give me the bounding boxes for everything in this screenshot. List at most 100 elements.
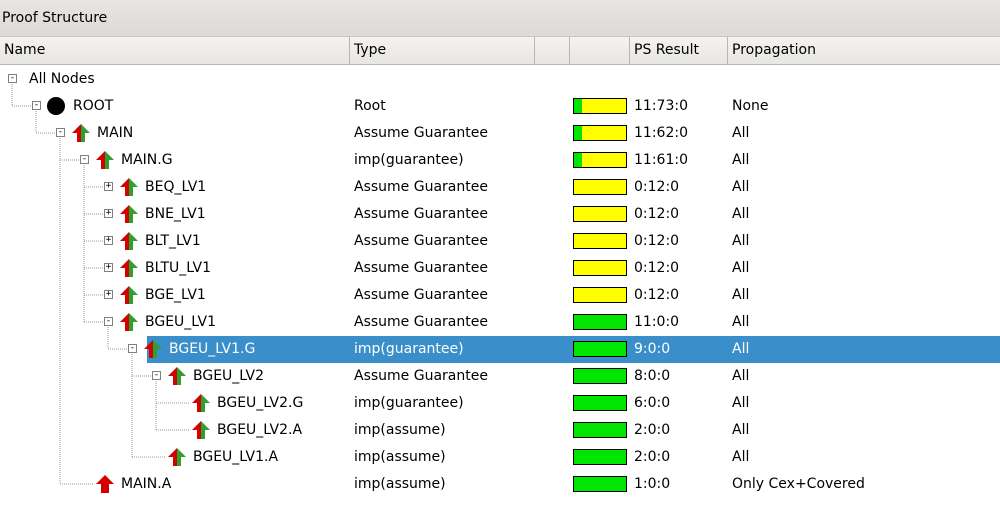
result-progress-fill	[574, 99, 582, 113]
propagation-value: All	[732, 341, 750, 357]
tree-node-label: BLTU_LV1	[145, 260, 212, 276]
propagation-value: All	[732, 422, 750, 438]
collapse-toggle[interactable]: -	[56, 128, 65, 137]
tree-row[interactable]: + BNE_LV1 Assume Guarantee 0:12:0 All	[0, 201, 1000, 228]
collapse-toggle[interactable]: -	[32, 101, 41, 110]
result-progress-fill	[574, 315, 626, 329]
result-progress-bar	[573, 368, 627, 384]
expand-toggle[interactable]: +	[104, 263, 113, 272]
node-type: Assume Guarantee	[354, 125, 488, 141]
result-progress-fill	[574, 450, 626, 464]
result-progress-fill	[574, 153, 582, 167]
tree-row[interactable]: + BLTU_LV1 Assume Guarantee 0:12:0 All	[0, 255, 1000, 282]
result-progress-bar	[573, 206, 627, 222]
node-type: Assume Guarantee	[354, 287, 488, 303]
assume-guarantee-icon	[191, 393, 211, 413]
propagation-value: All	[732, 395, 750, 411]
tree-node-label: BNE_LV1	[145, 206, 206, 222]
tree-node-label: BGEU_LV2	[193, 368, 265, 384]
panel-title-bar: Proof Structure	[0, 0, 1000, 37]
collapse-toggle[interactable]: -	[128, 344, 137, 353]
tree-row[interactable]: - BGEU_LV2 Assume Guarantee 8:0:0 All	[0, 363, 1000, 390]
ps-result-value: 11:73:0	[634, 98, 688, 114]
assume-red-arrow-icon	[95, 474, 115, 494]
ps-result-value: 11:61:0	[634, 152, 688, 168]
propagation-value: All	[732, 179, 750, 195]
ps-result-value: 11:0:0	[634, 314, 680, 330]
result-progress-bar	[573, 395, 627, 411]
expand-toggle[interactable]: +	[104, 209, 113, 218]
ps-result-value: 1:0:0	[634, 476, 671, 492]
expand-toggle[interactable]: +	[104, 182, 113, 191]
propagation-value: All	[732, 287, 750, 303]
node-type: imp(guarantee)	[354, 341, 464, 357]
assume-guarantee-icon	[191, 420, 211, 440]
propagation-value: All	[732, 206, 750, 222]
root-node-icon	[47, 97, 65, 115]
expand-toggle[interactable]: +	[104, 236, 113, 245]
collapse-toggle[interactable]: -	[8, 74, 17, 83]
result-progress-fill	[574, 477, 626, 491]
result-progress-bar	[573, 125, 627, 141]
result-progress-fill	[574, 126, 582, 140]
assume-guarantee-icon	[95, 150, 115, 170]
node-type: Assume Guarantee	[354, 314, 488, 330]
expand-toggle[interactable]: +	[104, 290, 113, 299]
node-type: imp(guarantee)	[354, 395, 464, 411]
collapse-toggle[interactable]: -	[104, 317, 113, 326]
assume-guarantee-icon	[119, 285, 139, 305]
tree-node-label: BGEU_LV1	[145, 314, 217, 330]
result-progress-fill	[574, 369, 626, 383]
ps-result-value: 11:62:0	[634, 125, 688, 141]
tree-node-label: BGE_LV1	[145, 287, 206, 303]
column-header-blank-2[interactable]	[570, 37, 630, 64]
ps-result-value: 0:12:0	[634, 233, 680, 249]
tree-row[interactable]: - MAIN.G imp(guarantee) 11:61:0 All	[0, 147, 1000, 174]
result-progress-bar	[573, 233, 627, 249]
assume-guarantee-icon	[167, 366, 187, 386]
result-progress-bar	[573, 341, 627, 357]
tree-row[interactable]: + BGE_LV1 Assume Guarantee 0:12:0 All	[0, 282, 1000, 309]
tree-row[interactable]: MAIN.A imp(assume) 1:0:0 Only Cex+Covered	[0, 471, 1000, 498]
tree-node-label: MAIN.A	[121, 476, 172, 492]
tree-row[interactable]: - ROOT Root 11:73:0 None	[0, 93, 1000, 120]
collapse-toggle[interactable]: -	[152, 371, 161, 380]
collapse-toggle[interactable]: -	[80, 155, 89, 164]
node-type: Root	[354, 98, 386, 114]
tree-row[interactable]: BGEU_LV1.A imp(assume) 2:0:0 All	[0, 444, 1000, 471]
ps-result-value: 0:12:0	[634, 287, 680, 303]
node-type: Assume Guarantee	[354, 206, 488, 222]
panel-title: Proof Structure	[2, 10, 108, 26]
column-header-ps-result[interactable]: PS Result	[630, 37, 728, 64]
assume-guarantee-icon	[119, 204, 139, 224]
node-type: Assume Guarantee	[354, 260, 488, 276]
node-type: imp(assume)	[354, 422, 446, 438]
tree-row[interactable]: BGEU_LV2.A imp(assume) 2:0:0 All	[0, 417, 1000, 444]
ps-result-value: 0:12:0	[634, 179, 680, 195]
result-progress-bar	[573, 260, 627, 276]
tree-node-label: BGEU_LV2.G	[217, 395, 304, 411]
assume-guarantee-icon	[119, 231, 139, 251]
tree-row[interactable]: - MAIN Assume Guarantee 11:62:0 All	[0, 120, 1000, 147]
propagation-value: All	[732, 125, 750, 141]
tree-row[interactable]: + BLT_LV1 Assume Guarantee 0:12:0 All	[0, 228, 1000, 255]
tree-row[interactable]: BGEU_LV2.G imp(guarantee) 6:0:0 All	[0, 390, 1000, 417]
propagation-value: All	[732, 152, 750, 168]
result-progress-fill	[574, 342, 626, 356]
assume-guarantee-icon	[119, 258, 139, 278]
propagation-value: All	[732, 314, 750, 330]
column-header-blank-1[interactable]	[535, 37, 570, 64]
tree-row[interactable]: - BGEU_LV1 Assume Guarantee 11:0:0 All	[0, 309, 1000, 336]
tree-node-label: All Nodes	[29, 71, 95, 87]
result-progress-bar	[573, 314, 627, 330]
tree-row-all-nodes[interactable]: - All Nodes	[0, 66, 1000, 93]
assume-guarantee-icon	[119, 177, 139, 197]
column-header-type[interactable]: Type	[350, 37, 535, 64]
ps-result-value: 2:0:0	[634, 449, 671, 465]
result-progress-bar	[573, 476, 627, 492]
propagation-value: All	[732, 233, 750, 249]
tree-row[interactable]: - BGEU_LV1.G imp(guarantee) 9:0:0 All	[0, 336, 1000, 363]
tree-row[interactable]: + BEQ_LV1 Assume Guarantee 0:12:0 All	[0, 174, 1000, 201]
column-header-name[interactable]: Name	[0, 37, 350, 64]
column-header-propagation[interactable]: Propagation	[728, 37, 1000, 64]
